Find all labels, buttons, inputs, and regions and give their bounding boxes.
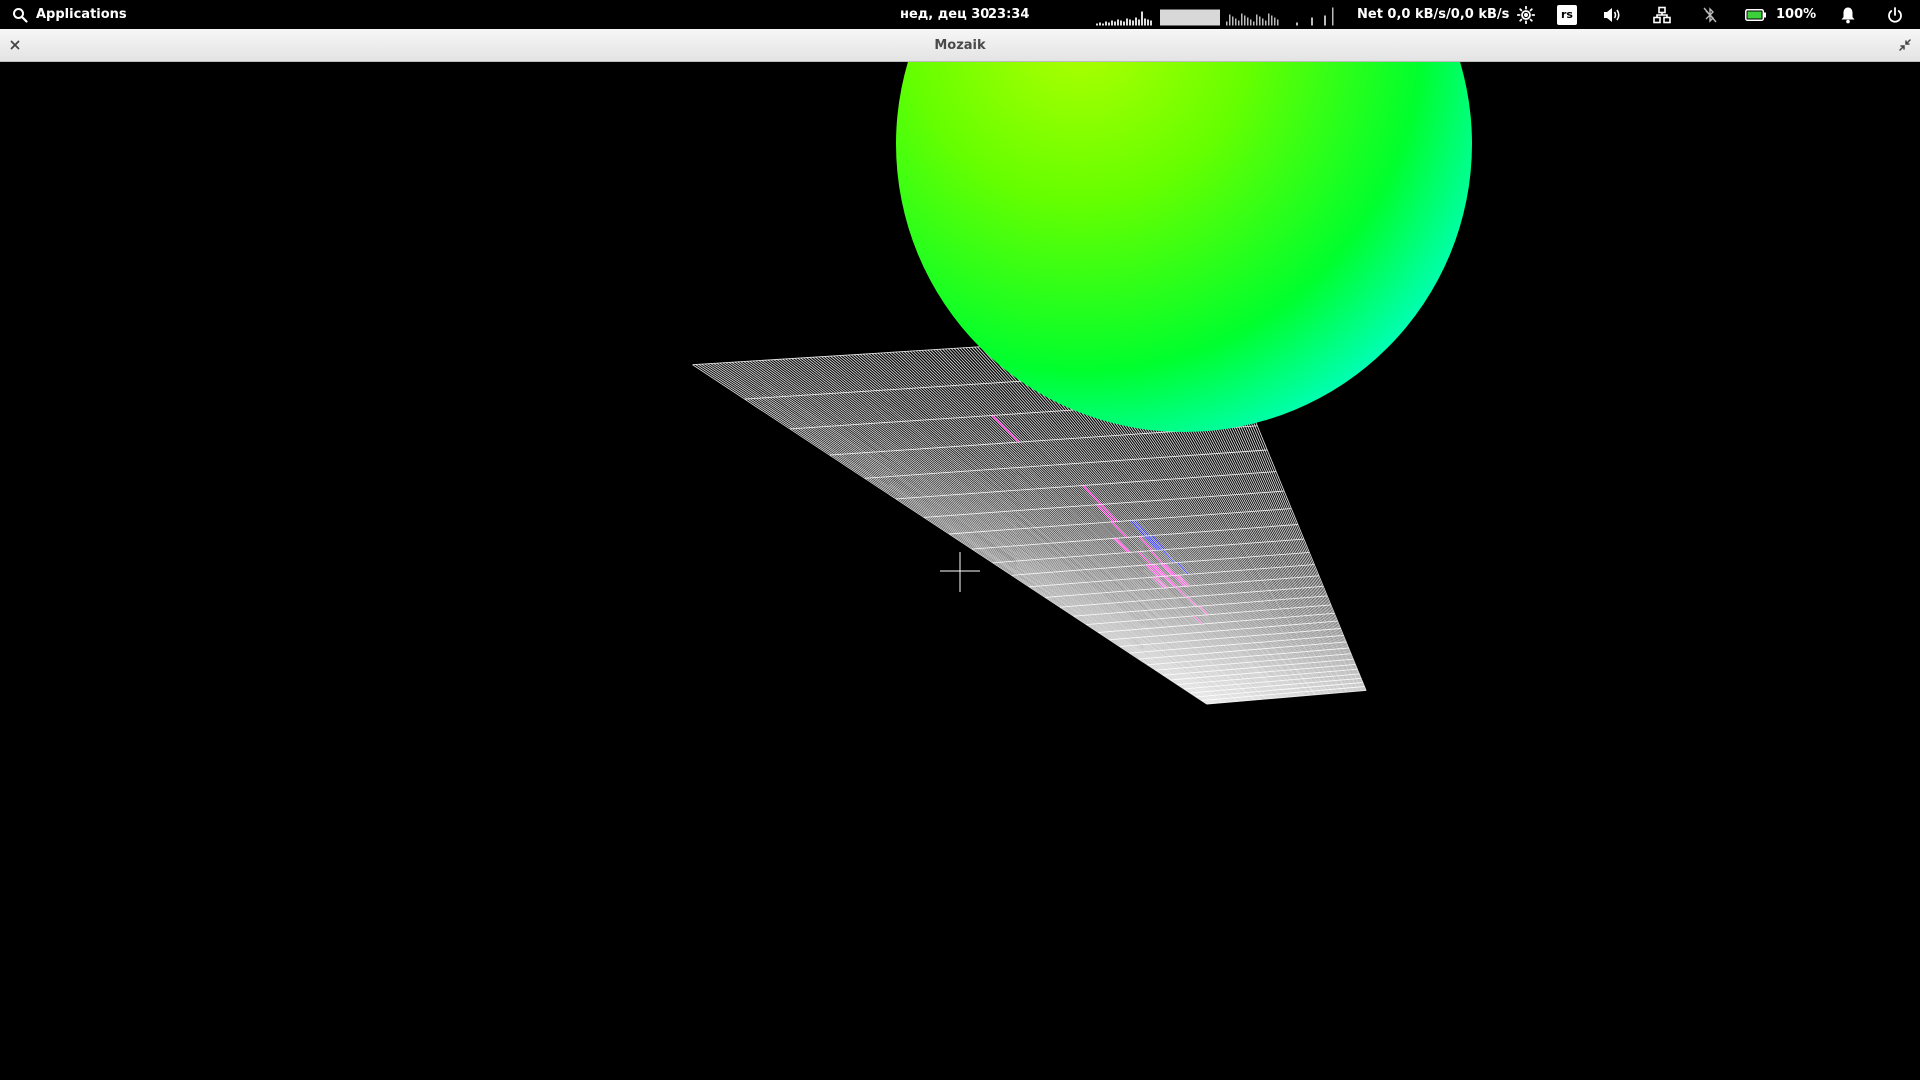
top-panel: Applications нед, дец 30 23:34 Net 0,0 k… <box>0 0 1920 29</box>
game-scene[interactable] <box>0 62 1920 1080</box>
restore-window-button[interactable] <box>1897 37 1913 53</box>
network-speed-label[interactable]: Net 0,0 kB/s/0,0 kB/s <box>1357 0 1509 29</box>
battery-percentage[interactable]: 100% <box>1776 0 1816 29</box>
system-monitor-graph[interactable] <box>1096 0 1346 29</box>
keyboard-layout-label: rs <box>1557 4 1577 25</box>
brightness-button[interactable] <box>1514 0 1538 29</box>
search-icon <box>13 7 28 23</box>
clock-time[interactable]: 23:34 <box>988 0 1029 29</box>
crosshair-icon <box>940 552 980 592</box>
volume-icon <box>1604 7 1620 22</box>
game-viewport[interactable] <box>0 62 1920 1080</box>
applications-menu-button[interactable]: Applications <box>12 0 127 29</box>
applications-label: Applications <box>36 7 127 22</box>
notifications-button[interactable] <box>1836 0 1860 29</box>
bluetooth-button[interactable] <box>1698 0 1722 29</box>
volume-button[interactable] <box>1600 0 1624 29</box>
clock-date[interactable]: нед, дец 30 <box>900 0 989 29</box>
power-button[interactable] <box>1883 0 1907 29</box>
brightness-icon <box>1517 5 1535 24</box>
window-title: Mozaik <box>934 38 986 53</box>
bell-icon <box>1841 7 1855 23</box>
restore-icon <box>1899 39 1911 51</box>
network-icon <box>1653 6 1671 23</box>
keyboard-layout-button[interactable]: rs <box>1555 0 1579 29</box>
network-button[interactable] <box>1650 0 1674 29</box>
window-titlebar[interactable]: Mozaik <box>0 29 1920 62</box>
battery-button[interactable] <box>1744 0 1768 29</box>
power-icon <box>1888 6 1902 23</box>
battery-icon <box>1745 8 1766 21</box>
bluetooth-disabled-icon <box>1703 6 1717 23</box>
green-sphere <box>896 62 1472 432</box>
